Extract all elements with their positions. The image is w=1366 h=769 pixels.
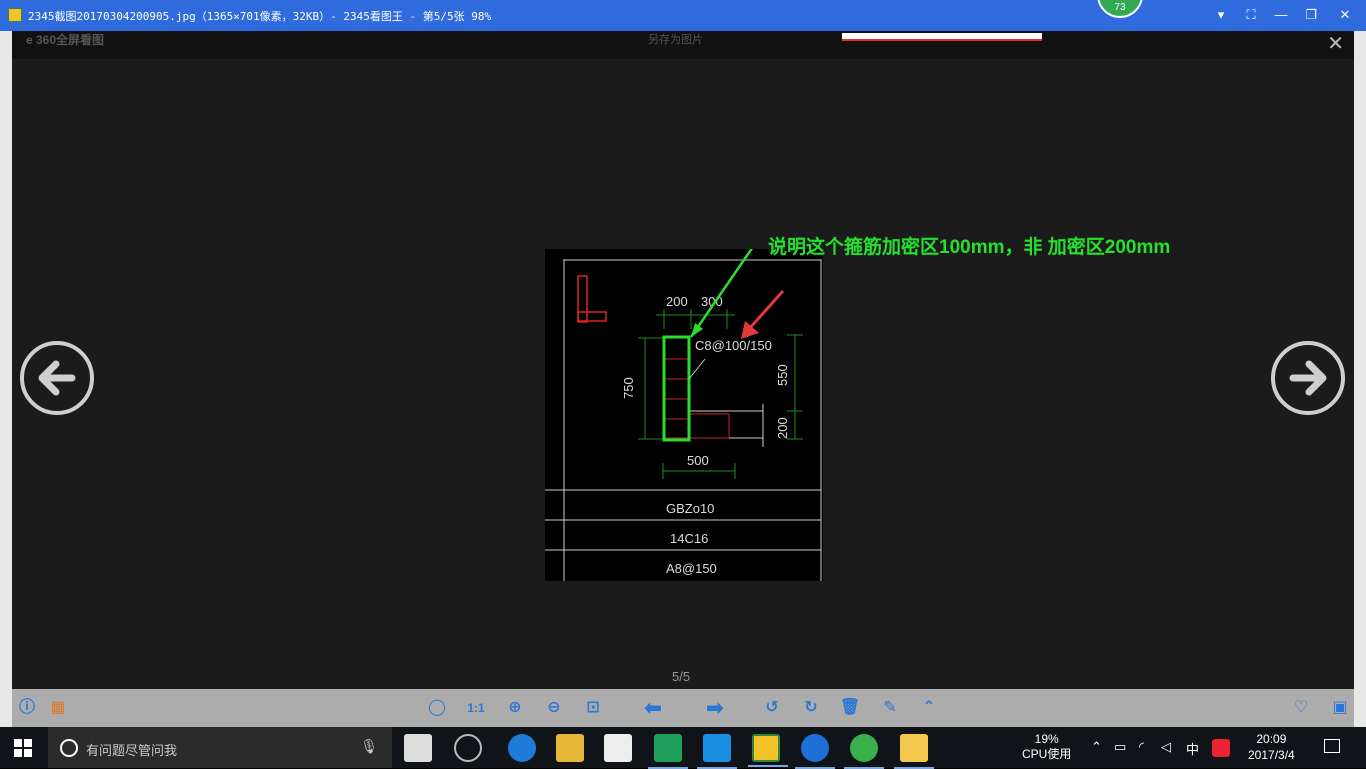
ad-banner[interactable] (842, 33, 1042, 41)
table-row-1: GBZo10 (666, 501, 714, 516)
app-refresh-icon[interactable] (844, 734, 884, 769)
dropdown-icon[interactable]: ▾ (1210, 5, 1232, 25)
zoom-in-icon[interactable]: ⊕ (503, 696, 527, 720)
annotation-text: 说明这个箍筋加密区100mm，非 加密区200mm (768, 237, 1171, 258)
cad-drawing: 200 300 C8@100/150 750 550 200 500 GBZo1… (545, 249, 822, 581)
favorite-icon[interactable]: ♡ (1289, 696, 1313, 720)
zoom-out-icon[interactable]: ⊖ (542, 696, 566, 720)
save-as-button[interactable]: 另存为图片 (648, 31, 703, 47)
windows-taskbar: 有问题尽管问我 🎙 19% CPU使用 ⌃ ▭ ◜ ◁ 中 20:09 2017… (0, 727, 1366, 769)
viewer-logo: e 360全屏看图 (26, 33, 105, 47)
notes-icon[interactable] (894, 734, 934, 769)
sogou-icon[interactable] (1212, 739, 1230, 757)
tray-expand-icon[interactable]: ⌃ (1091, 739, 1102, 755)
clock-date: 2017/3/4 (1248, 748, 1295, 762)
viewer-top-strip: e 360全屏看图 另存为图片 ✕ (12, 31, 1354, 59)
app-icon (8, 8, 22, 22)
image-viewer-task-icon[interactable] (748, 734, 788, 767)
notifications-icon[interactable] (1324, 739, 1340, 753)
right-border (1354, 31, 1366, 727)
store-icon[interactable] (604, 734, 632, 762)
notification-badge[interactable]: 73 (1097, 0, 1143, 18)
cpu-usage[interactable]: 19% CPU使用 (1022, 732, 1071, 762)
image-counter: 5/5 (672, 669, 691, 684)
file-explorer-icon[interactable] (556, 734, 584, 762)
microphone-icon[interactable]: 🎙 (360, 738, 378, 755)
rotate-right-icon[interactable]: ↻ (799, 696, 823, 720)
left-arrow-icon (38, 360, 76, 396)
mouse-icon[interactable]: ◯ (425, 696, 449, 720)
more-icon[interactable]: ⌃ (917, 696, 941, 720)
left-border (0, 31, 12, 727)
wifi-icon[interactable]: ◜ (1139, 739, 1144, 755)
ime-indicator[interactable]: 中 (1186, 739, 1199, 758)
dim-left: 750 (621, 377, 636, 399)
dim-right: 550 (775, 364, 790, 386)
image-viewer: e 360全屏看图 另存为图片 ✕ 5/5 200 300 C8@100/150… (12, 31, 1354, 689)
app-h-icon[interactable] (648, 734, 688, 769)
rotate-left-icon[interactable]: ↺ (760, 696, 784, 720)
viewer-toolbar: ⓘ ▦ ◯ 1:1 ⊕ ⊖ ⊡ ⬅ ➡ ↺ ↻ 🗑 ✎ ⌃ ♡ ▣ (12, 689, 1354, 727)
windows-start-icon[interactable] (14, 739, 32, 757)
previous-image-button[interactable] (20, 341, 94, 415)
app-pinwheel-icon[interactable] (404, 734, 432, 762)
clock-time: 20:09 (1256, 732, 1287, 746)
displayed-image: 200 300 C8@100/150 750 550 200 500 GBZo1… (545, 249, 823, 581)
cpu-label: CPU使用 (1022, 747, 1072, 761)
cpu-percent: 19% (1034, 732, 1059, 746)
window-title: 2345截图20170304200905.jpg（1365×701像素，32KB… (28, 10, 492, 23)
close-button[interactable]: ✕ (1334, 5, 1356, 25)
app-plus-icon[interactable] (697, 734, 737, 769)
dim-bottom: 500 (687, 453, 709, 468)
edge-browser-icon[interactable] (508, 734, 536, 762)
search-placeholder: 有问题尽管问我 (86, 743, 178, 758)
folder-search-icon[interactable]: ▣ (1328, 696, 1352, 720)
edit-icon[interactable]: ✎ (878, 696, 902, 720)
info-icon[interactable]: ⓘ (15, 696, 39, 720)
window-titlebar: 2345截图20170304200905.jpg（1365×701像素，32KB… (0, 0, 1366, 31)
next-arrow-icon[interactable]: ➡ (698, 696, 732, 720)
delete-icon[interactable]: 🗑 (838, 696, 862, 720)
gift-icon[interactable]: ▦ (46, 696, 70, 720)
prev-arrow-icon[interactable]: ⬅ (636, 696, 670, 720)
red-arrowhead-icon (741, 321, 759, 339)
minimize-button[interactable]: — (1270, 5, 1292, 25)
green-arrowhead-icon (691, 323, 703, 337)
table-row-3: A8@150 (666, 561, 717, 576)
app-g-icon[interactable] (795, 734, 835, 769)
next-image-button[interactable] (1271, 341, 1345, 415)
viewer-close-icon[interactable]: ✕ (1327, 31, 1344, 56)
actual-size-icon[interactable]: 1:1 (464, 696, 488, 720)
volume-icon[interactable]: ◁ (1161, 739, 1171, 755)
system-clock[interactable]: 20:09 2017/3/4 (1248, 731, 1295, 763)
fullscreen-icon[interactable]: ⛶ (1240, 5, 1262, 25)
restore-button[interactable]: ❐ (1300, 5, 1322, 25)
dim-top-left: 200 (666, 294, 688, 309)
fit-window-icon[interactable]: ⊡ (581, 696, 605, 720)
table-row-2: 14C16 (670, 531, 708, 546)
cortana-search[interactable]: 有问题尽管问我 🎙 (48, 727, 392, 768)
cortana-icon (60, 739, 78, 757)
right-arrow-icon (1289, 360, 1327, 396)
battery-icon[interactable]: ▭ (1114, 739, 1126, 755)
app-swirl-icon[interactable] (454, 734, 482, 762)
stirrup-label: C8@100/150 (695, 338, 772, 353)
dim-right-lower: 200 (775, 417, 790, 439)
